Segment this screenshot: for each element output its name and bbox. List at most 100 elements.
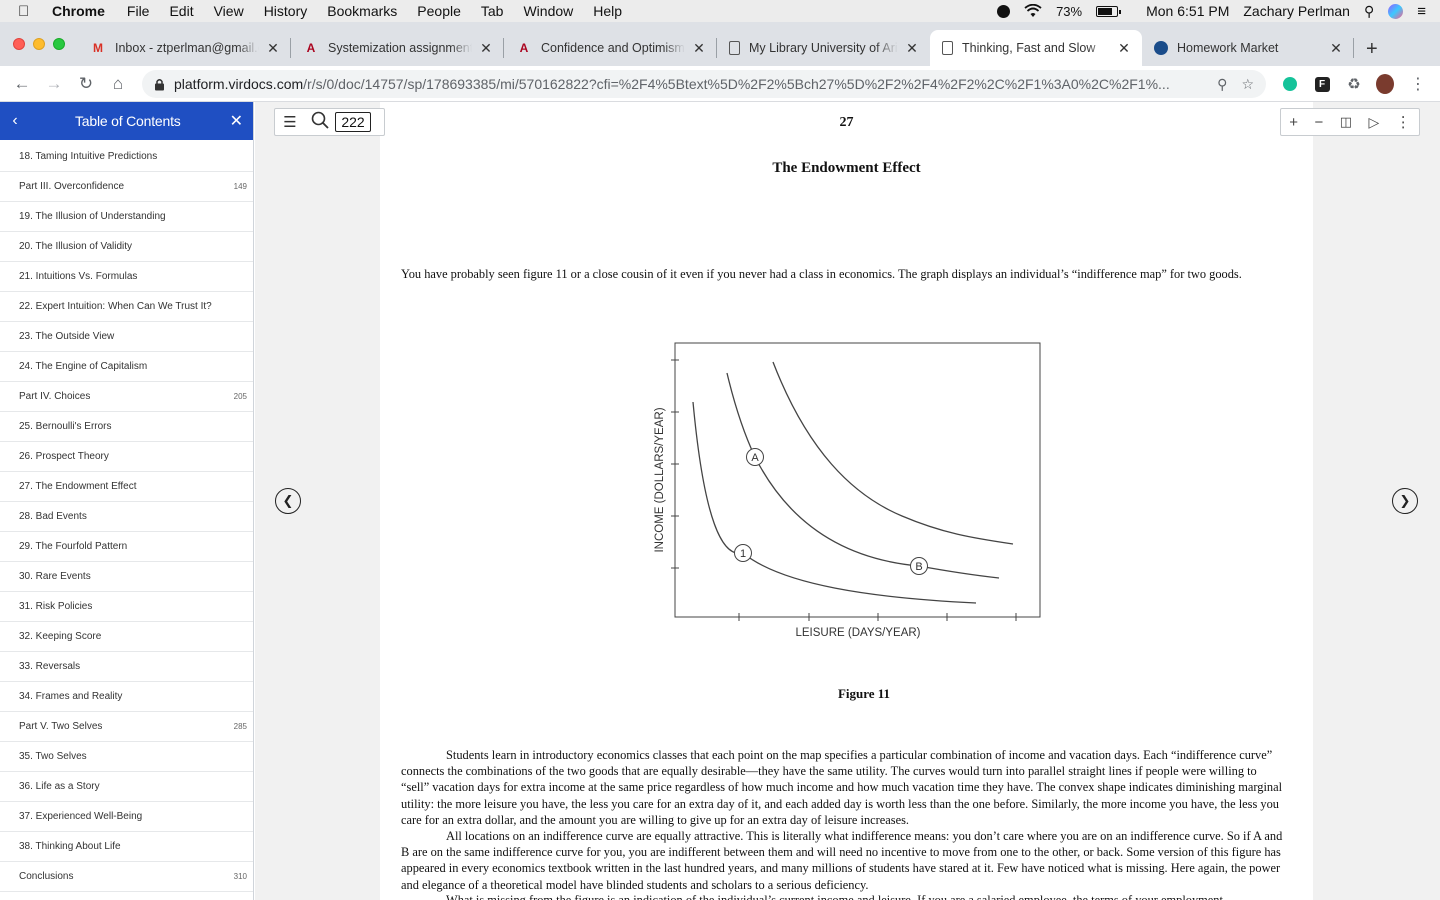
address-bar[interactable]: platform.virdocs.com/r/s/0/doc/14757/sp/…: [142, 70, 1266, 98]
svg-text:B: B: [915, 561, 922, 573]
toc-item[interactable]: 35. Two Selves: [0, 742, 253, 772]
toc-item[interactable]: 18. Taming Intuitive Predictions: [0, 142, 253, 172]
url-text[interactable]: platform.virdocs.com/r/s/0/doc/14757/sp/…: [174, 76, 1207, 92]
play-audio-icon[interactable]: ▷: [1368, 114, 1379, 131]
zoom-icon[interactable]: ⚲: [1217, 76, 1227, 93]
menu-people[interactable]: People: [417, 3, 461, 19]
bookmark-star-icon[interactable]: ☆: [1241, 76, 1254, 93]
window-zoom-button[interactable]: [53, 38, 65, 50]
zoom-out-icon[interactable]: −: [1314, 114, 1323, 131]
tab-title: Systemization assignment: [328, 41, 472, 55]
tab-systemization-assignment[interactable]: A Systemization assignment ✕: [291, 30, 504, 66]
tab-close-icon[interactable]: ✕: [478, 40, 494, 57]
grammarly-extension-icon[interactable]: [1281, 75, 1299, 93]
tab-gmail[interactable]: M Inbox - ztperlman@gmail.com ✕: [78, 30, 291, 66]
user-name[interactable]: Zachary Perlman: [1243, 3, 1350, 19]
toc-item-label: 35. Two Selves: [19, 751, 87, 762]
tab-close-icon[interactable]: ✕: [904, 40, 920, 57]
toc-item[interactable]: Part III. Overconfidence 149: [0, 172, 253, 202]
toc-item[interactable]: 37. Experienced Well-Being: [0, 802, 253, 832]
toc-item[interactable]: 21. Intuitions Vs. Formulas: [0, 262, 253, 292]
book-page: 27 The Endowment Effect You have probabl…: [380, 102, 1313, 900]
tab-close-icon[interactable]: ✕: [1328, 40, 1344, 57]
siri-icon[interactable]: [1388, 3, 1404, 19]
toc-item[interactable]: 38. Thinking About Life: [0, 832, 253, 862]
toc-item[interactable]: 24. The Engine of Capitalism: [0, 352, 253, 382]
tab-confidence-and-optimism[interactable]: A Confidence and Optimism ✕: [504, 30, 717, 66]
document-icon: [942, 41, 953, 55]
toc-item[interactable]: 36. Life as a Story: [0, 772, 253, 802]
toc-item[interactable]: 19. The Illusion of Understanding: [0, 202, 253, 232]
menu-tab[interactable]: Tab: [481, 3, 504, 19]
zoom-in-icon[interactable]: +: [1289, 114, 1298, 131]
toc-item[interactable]: 27. The Endowment Effect: [0, 472, 253, 502]
back-arrow-icon[interactable]: ←: [6, 74, 38, 94]
toc-item[interactable]: 23. The Outside View: [0, 322, 253, 352]
toc-item[interactable]: 30. Rare Events: [0, 562, 253, 592]
menu-bookmarks[interactable]: Bookmarks: [327, 3, 397, 19]
chrome-menu-icon[interactable]: ⋮: [1409, 75, 1427, 93]
toc-item[interactable]: 33. Reversals: [0, 652, 253, 682]
feedly-extension-icon[interactable]: F: [1313, 75, 1331, 93]
toc-item[interactable]: 28. Bad Events: [0, 502, 253, 532]
menu-help[interactable]: Help: [593, 3, 622, 19]
clock[interactable]: Mon 6:51 PM: [1146, 3, 1229, 19]
toc-title: Table of Contents: [75, 113, 181, 129]
menu-window[interactable]: Window: [523, 3, 573, 19]
previous-page-button[interactable]: ❮: [275, 488, 301, 514]
window-close-button[interactable]: [13, 38, 25, 50]
toc-item[interactable]: Part V. Two Selves 285: [0, 712, 253, 742]
forward-arrow-icon[interactable]: →: [38, 74, 70, 94]
toc-item[interactable]: 25. Bernoulli's Errors: [0, 412, 253, 442]
menu-history[interactable]: History: [264, 3, 308, 19]
y-axis-label: INCOME (DOLLARS/YEAR): [654, 407, 666, 552]
toc-item[interactable]: 29. The Fourfold Pattern: [0, 532, 253, 562]
home-icon[interactable]: ⌂: [102, 74, 134, 94]
control-center-icon[interactable]: ≡: [1417, 3, 1426, 20]
menu-chrome[interactable]: Chrome: [52, 3, 105, 19]
menu-file[interactable]: File: [127, 3, 150, 19]
menu-edit[interactable]: Edit: [169, 3, 193, 19]
more-options-icon[interactable]: ⋮: [1396, 113, 1411, 131]
toc-item[interactable]: 31. Risk Policies: [0, 592, 253, 622]
toc-item-page: 285: [233, 722, 247, 731]
window-minimize-button[interactable]: [33, 38, 45, 50]
tab-close-icon[interactable]: ✕: [265, 40, 281, 57]
reader-toolbar-left: ☰ 222: [274, 108, 385, 136]
lock-icon[interactable]: [154, 78, 166, 91]
wifi-icon[interactable]: [1024, 4, 1042, 18]
chevron-left-icon[interactable]: ‹: [0, 112, 30, 130]
toc-item[interactable]: 34. Frames and Reality: [0, 682, 253, 712]
toc-item[interactable]: Part IV. Choices 205: [0, 382, 253, 412]
tab-homework-market[interactable]: Homework Market ✕: [1142, 30, 1354, 66]
apple-menu-icon[interactable]: : [18, 3, 34, 20]
spotlight-search-icon[interactable]: ⚲: [1364, 3, 1374, 20]
tab-my-library[interactable]: My Library University of Arizona ✕: [717, 30, 930, 66]
new-tab-button[interactable]: +: [1366, 38, 1378, 61]
toc-item[interactable]: 26. Prospect Theory: [0, 442, 253, 472]
toc-item-label: 20. The Illusion of Validity: [19, 241, 133, 252]
toc-item[interactable]: 22. Expert Intuition: When Can We Trust …: [0, 292, 253, 322]
toc-item[interactable]: 32. Keeping Score: [0, 622, 253, 652]
toc-item-label: Part V. Two Selves: [19, 721, 103, 732]
extensions-puzzle-icon[interactable]: ♻: [1345, 75, 1363, 93]
tab-close-icon[interactable]: ✕: [1116, 40, 1132, 57]
profile-avatar[interactable]: [1376, 74, 1394, 94]
toc-item-page: 149: [233, 182, 247, 191]
next-page-button[interactable]: ❯: [1392, 488, 1418, 514]
status-dot-icon[interactable]: [997, 4, 1011, 18]
bookmark-add-icon[interactable]: ◫: [1340, 114, 1352, 130]
toc-item[interactable]: 20. The Illusion of Validity: [0, 232, 253, 262]
tab-thinking-fast-and-slow[interactable]: Thinking, Fast and Slow ✕: [930, 30, 1142, 66]
search-icon[interactable]: [305, 111, 335, 133]
reload-icon[interactable]: ↻: [70, 74, 102, 94]
toc-item-label: Conclusions: [19, 871, 74, 882]
menu-view[interactable]: View: [214, 3, 244, 19]
close-icon[interactable]: ✕: [230, 111, 243, 131]
tab-close-icon[interactable]: ✕: [691, 40, 707, 57]
menu-lines-icon[interactable]: ☰: [275, 113, 305, 131]
toc-item[interactable]: Conclusions 310: [0, 862, 253, 892]
page-number-input[interactable]: 222: [335, 112, 371, 132]
toc-item-label: 18. Taming Intuitive Predictions: [19, 151, 158, 162]
battery-icon[interactable]: [1096, 5, 1122, 17]
